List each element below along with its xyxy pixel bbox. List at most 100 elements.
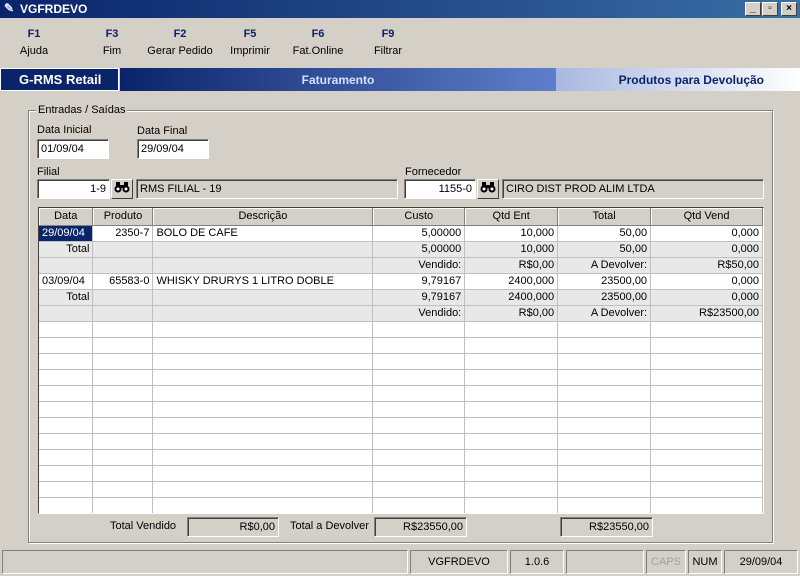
empty-cell[interactable]: [464, 353, 559, 370]
cell-custo[interactable]: 9,79167: [372, 289, 466, 306]
table-row[interactable]: 03/09/04 65583-0 WHISKY DRURYS 1 LITRO D…: [39, 273, 763, 290]
empty-row[interactable]: [39, 433, 763, 450]
table-row-summary[interactable]: Vendido: R$0,00 A Devolver: R$50,00: [39, 257, 763, 274]
empty-cell[interactable]: [92, 417, 154, 434]
empty-row[interactable]: [39, 337, 763, 354]
empty-cell[interactable]: [557, 449, 652, 466]
empty-cell[interactable]: [92, 321, 154, 338]
col-header-custo[interactable]: Custo: [372, 208, 466, 226]
empty-cell[interactable]: [92, 481, 154, 498]
cell-produto[interactable]: [92, 305, 154, 322]
empty-cell[interactable]: [464, 417, 559, 434]
empty-cell[interactable]: [39, 497, 94, 513]
col-header-produto[interactable]: Produto: [92, 208, 154, 226]
cell-qtd-ent[interactable]: R$0,00: [464, 305, 559, 322]
empty-cell[interactable]: [92, 465, 154, 482]
data-final-input[interactable]: 29/09/04: [137, 139, 209, 159]
cell-descricao[interactable]: [152, 305, 374, 322]
empty-cell[interactable]: [464, 481, 559, 498]
empty-row[interactable]: [39, 321, 763, 338]
empty-cell[interactable]: [92, 353, 154, 370]
empty-cell[interactable]: [650, 385, 763, 402]
cell-custo[interactable]: Vendido:: [372, 257, 466, 274]
cell-descricao[interactable]: [152, 289, 374, 306]
empty-cell[interactable]: [39, 401, 94, 418]
cell-custo[interactable]: 9,79167: [372, 273, 466, 290]
cell-custo[interactable]: 5,00000: [372, 241, 466, 258]
empty-row[interactable]: [39, 417, 763, 434]
cell-data[interactable]: Total: [39, 289, 94, 306]
empty-cell[interactable]: [92, 369, 154, 386]
empty-cell[interactable]: [372, 497, 466, 513]
empty-cell[interactable]: [152, 417, 374, 434]
empty-cell[interactable]: [650, 449, 763, 466]
empty-cell[interactable]: [464, 337, 559, 354]
empty-cell[interactable]: [372, 433, 466, 450]
empty-cell[interactable]: [39, 481, 94, 498]
empty-cell[interactable]: [39, 449, 94, 466]
empty-cell[interactable]: [557, 497, 652, 513]
empty-cell[interactable]: [464, 465, 559, 482]
empty-cell[interactable]: [39, 353, 94, 370]
cell-qtd-ent[interactable]: 2400,000: [464, 289, 559, 306]
empty-row[interactable]: [39, 449, 763, 466]
empty-cell[interactable]: [39, 369, 94, 386]
empty-row[interactable]: [39, 465, 763, 482]
empty-cell[interactable]: [39, 433, 94, 450]
cell-data[interactable]: 03/09/04: [39, 273, 94, 290]
cell-qtd-vend[interactable]: 0,000: [650, 273, 763, 290]
empty-row[interactable]: [39, 353, 763, 370]
empty-cell[interactable]: [557, 417, 652, 434]
table-row-summary[interactable]: Vendido: R$0,00 A Devolver: R$23500,00: [39, 305, 763, 322]
empty-cell[interactable]: [557, 385, 652, 402]
empty-cell[interactable]: [650, 497, 763, 513]
cell-total[interactable]: 50,00: [557, 241, 652, 258]
cell-qtd-vend[interactable]: R$23500,00: [650, 305, 763, 322]
empty-cell[interactable]: [39, 465, 94, 482]
fornecedor-search-button[interactable]: [477, 179, 499, 199]
empty-cell[interactable]: [152, 449, 374, 466]
empty-cell[interactable]: [92, 337, 154, 354]
empty-cell[interactable]: [152, 369, 374, 386]
cell-produto[interactable]: 65583-0: [92, 273, 154, 290]
filial-code-input[interactable]: 1-9: [37, 179, 110, 199]
empty-cell[interactable]: [372, 385, 466, 402]
empty-cell[interactable]: [650, 337, 763, 354]
toolbar-button-filtrar[interactable]: F9 Filtrar: [368, 28, 408, 57]
empty-cell[interactable]: [152, 321, 374, 338]
cell-produto[interactable]: [92, 257, 154, 274]
cell-produto[interactable]: 2350-7: [92, 225, 154, 242]
cell-total[interactable]: A Devolver:: [557, 257, 652, 274]
empty-cell[interactable]: [39, 385, 94, 402]
cell-qtd-ent[interactable]: 10,000: [464, 225, 559, 242]
empty-cell[interactable]: [92, 385, 154, 402]
empty-cell[interactable]: [557, 481, 652, 498]
empty-cell[interactable]: [650, 465, 763, 482]
cell-qtd-vend[interactable]: 0,000: [650, 289, 763, 306]
data-inicial-input[interactable]: 01/09/04: [37, 139, 109, 159]
col-header-descricao[interactable]: Descrição: [152, 208, 374, 226]
maximize-button[interactable]: ▫: [762, 2, 778, 16]
empty-cell[interactable]: [372, 337, 466, 354]
toolbar-button-fim[interactable]: F3 Fim: [92, 28, 132, 57]
empty-row[interactable]: [39, 497, 763, 513]
empty-cell[interactable]: [557, 337, 652, 354]
cell-custo[interactable]: 5,00000: [372, 225, 466, 242]
empty-cell[interactable]: [152, 385, 374, 402]
empty-cell[interactable]: [152, 353, 374, 370]
cell-produto[interactable]: [92, 289, 154, 306]
empty-cell[interactable]: [39, 417, 94, 434]
empty-cell[interactable]: [557, 401, 652, 418]
empty-cell[interactable]: [92, 449, 154, 466]
cell-custo[interactable]: Vendido:: [372, 305, 466, 322]
empty-cell[interactable]: [464, 497, 559, 513]
empty-cell[interactable]: [464, 449, 559, 466]
cell-data[interactable]: [39, 257, 94, 274]
fornecedor-code-input[interactable]: 1155-0: [404, 179, 476, 199]
empty-cell[interactable]: [39, 337, 94, 354]
cell-qtd-ent[interactable]: 10,000: [464, 241, 559, 258]
cell-qtd-vend[interactable]: 0,000: [650, 241, 763, 258]
cell-data[interactable]: 29/09/04: [39, 225, 94, 242]
cell-data[interactable]: Total: [39, 241, 94, 258]
empty-cell[interactable]: [557, 433, 652, 450]
